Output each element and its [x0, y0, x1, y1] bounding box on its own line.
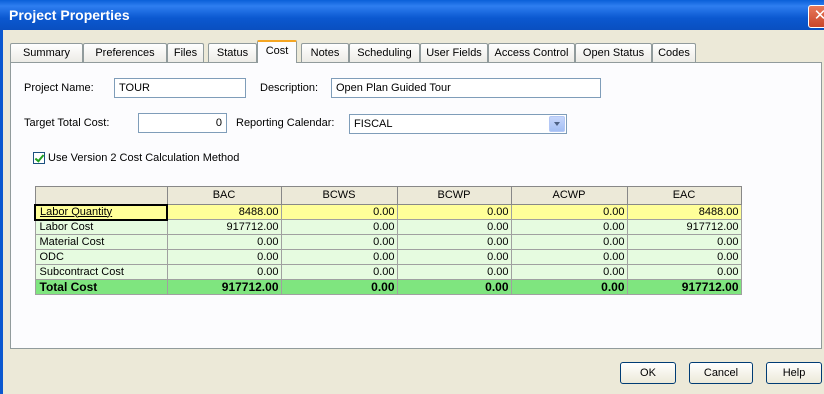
grid-corner	[34, 186, 168, 205]
project-name-field[interactable]: TOUR	[114, 78, 246, 98]
reporting-calendar-select[interactable]: FISCAL	[349, 114, 567, 134]
target-total-cost-field[interactable]: 0	[138, 113, 227, 133]
grid-cell[interactable]: 0.00	[166, 234, 282, 250]
row-label[interactable]: Total Cost	[34, 279, 168, 295]
window-titlebar: Project Properties	[0, 0, 824, 30]
grid-cell[interactable]: 0.00	[626, 249, 742, 265]
col-header-bcwp[interactable]: BCWP	[396, 186, 512, 205]
target-total-cost-label: Target Total Cost:	[24, 117, 110, 129]
help-button[interactable]: Help	[766, 362, 822, 384]
grid-cell[interactable]: 0.00	[280, 234, 398, 250]
tab-user-fields[interactable]: User Fields	[420, 43, 488, 62]
grid-cell[interactable]: 0.00	[510, 249, 628, 265]
grid-cell[interactable]: 0.00	[396, 249, 512, 265]
tab-notes[interactable]: Notes	[301, 43, 349, 62]
close-button[interactable]: ✕	[808, 5, 824, 28]
grid-cell[interactable]: 0.00	[396, 279, 512, 295]
row-label[interactable]: Labor Cost	[34, 219, 168, 235]
use-v2-checkbox[interactable]	[33, 152, 45, 164]
grid-cell[interactable]: 0.00	[166, 264, 282, 280]
window-border	[0, 30, 3, 394]
description-label: Description:	[260, 82, 319, 94]
grid-cell[interactable]: 0.00	[510, 264, 628, 280]
window-title: Project Properties	[9, 7, 130, 23]
grid-cell[interactable]: 917712.00	[166, 219, 282, 235]
tab-summary[interactable]: Summary	[10, 43, 83, 62]
tab-cost[interactable]: Cost	[257, 40, 297, 63]
col-header-acwp[interactable]: ACWP	[510, 186, 628, 205]
grid-cell[interactable]: 917712.00	[166, 279, 282, 295]
grid-cell[interactable]: 0.00	[510, 219, 628, 235]
grid-cell[interactable]: 0.00	[396, 264, 512, 280]
tab-status[interactable]: Status	[208, 43, 257, 62]
grid-cell[interactable]: 0.00	[396, 219, 512, 235]
grid-cell[interactable]: 0.00	[626, 234, 742, 250]
grid-cell[interactable]: 0.00	[510, 204, 628, 220]
grid-cell[interactable]: 0.00	[280, 279, 398, 295]
grid-cell[interactable]: 0.00	[396, 234, 512, 250]
table-row[interactable]: Material Cost 0.00 0.00 0.00 0.00 0.00	[34, 234, 742, 250]
table-row[interactable]: Labor Quantity 8488.00 0.00 0.00 0.00 84…	[34, 203, 742, 221]
grid-cell[interactable]: 0.00	[510, 279, 628, 295]
chevron-down-icon[interactable]	[549, 116, 565, 132]
col-header-bac[interactable]: BAC	[166, 186, 282, 205]
table-row[interactable]: Labor Cost 917712.00 0.00 0.00 0.00 9177…	[34, 219, 742, 235]
grid-cell[interactable]: 0.00	[396, 204, 512, 220]
table-row[interactable]: ODC 0.00 0.00 0.00 0.00 0.00	[34, 249, 742, 265]
col-header-eac[interactable]: EAC	[626, 186, 742, 205]
row-label[interactable]: Material Cost	[34, 234, 168, 250]
grid-cell[interactable]: 0.00	[280, 249, 398, 265]
cancel-button[interactable]: Cancel	[689, 362, 753, 384]
row-label[interactable]: Labor Quantity	[34, 203, 168, 221]
row-label[interactable]: ODC	[34, 249, 168, 265]
tab-open-status[interactable]: Open Status	[575, 43, 652, 62]
tab-scheduling[interactable]: Scheduling	[349, 43, 420, 62]
tab-preferences[interactable]: Preferences	[83, 43, 167, 62]
grid-header-row: BAC BCWS BCWP ACWP EAC	[34, 186, 742, 205]
grid-cell[interactable]: 8488.00	[166, 204, 282, 220]
grid-cell[interactable]: 0.00	[510, 234, 628, 250]
grid-cell[interactable]: 0.00	[280, 264, 398, 280]
grid-cell[interactable]: 0.00	[626, 264, 742, 280]
reporting-calendar-label: Reporting Calendar:	[236, 117, 335, 129]
grid-cell[interactable]: 917712.00	[626, 279, 742, 295]
col-header-bcws[interactable]: BCWS	[280, 186, 398, 205]
row-label[interactable]: Subcontract Cost	[34, 264, 168, 280]
grid-cell[interactable]: 0.00	[280, 219, 398, 235]
grid-cell[interactable]: 8488.00	[626, 204, 742, 220]
cost-grid: BAC BCWS BCWP ACWP EAC Labor Quantity 84…	[34, 186, 742, 295]
description-field[interactable]: Open Plan Guided Tour	[331, 78, 601, 98]
table-row[interactable]: Subcontract Cost 0.00 0.00 0.00 0.00 0.0…	[34, 264, 742, 280]
tab-access-control[interactable]: Access Control	[488, 43, 575, 62]
ok-button[interactable]: OK	[620, 362, 676, 384]
project-name-label: Project Name:	[24, 82, 94, 94]
reporting-calendar-value: FISCAL	[354, 118, 393, 130]
use-v2-label: Use Version 2 Cost Calculation Method	[48, 152, 240, 164]
close-icon: ✕	[813, 7, 824, 24]
tab-codes[interactable]: Codes	[652, 43, 696, 62]
grid-cell[interactable]: 0.00	[280, 204, 398, 220]
total-row[interactable]: Total Cost 917712.00 0.00 0.00 0.00 9177…	[34, 279, 742, 295]
grid-cell[interactable]: 917712.00	[626, 219, 742, 235]
tab-files[interactable]: Files	[167, 43, 204, 62]
grid-cell[interactable]: 0.00	[166, 249, 282, 265]
